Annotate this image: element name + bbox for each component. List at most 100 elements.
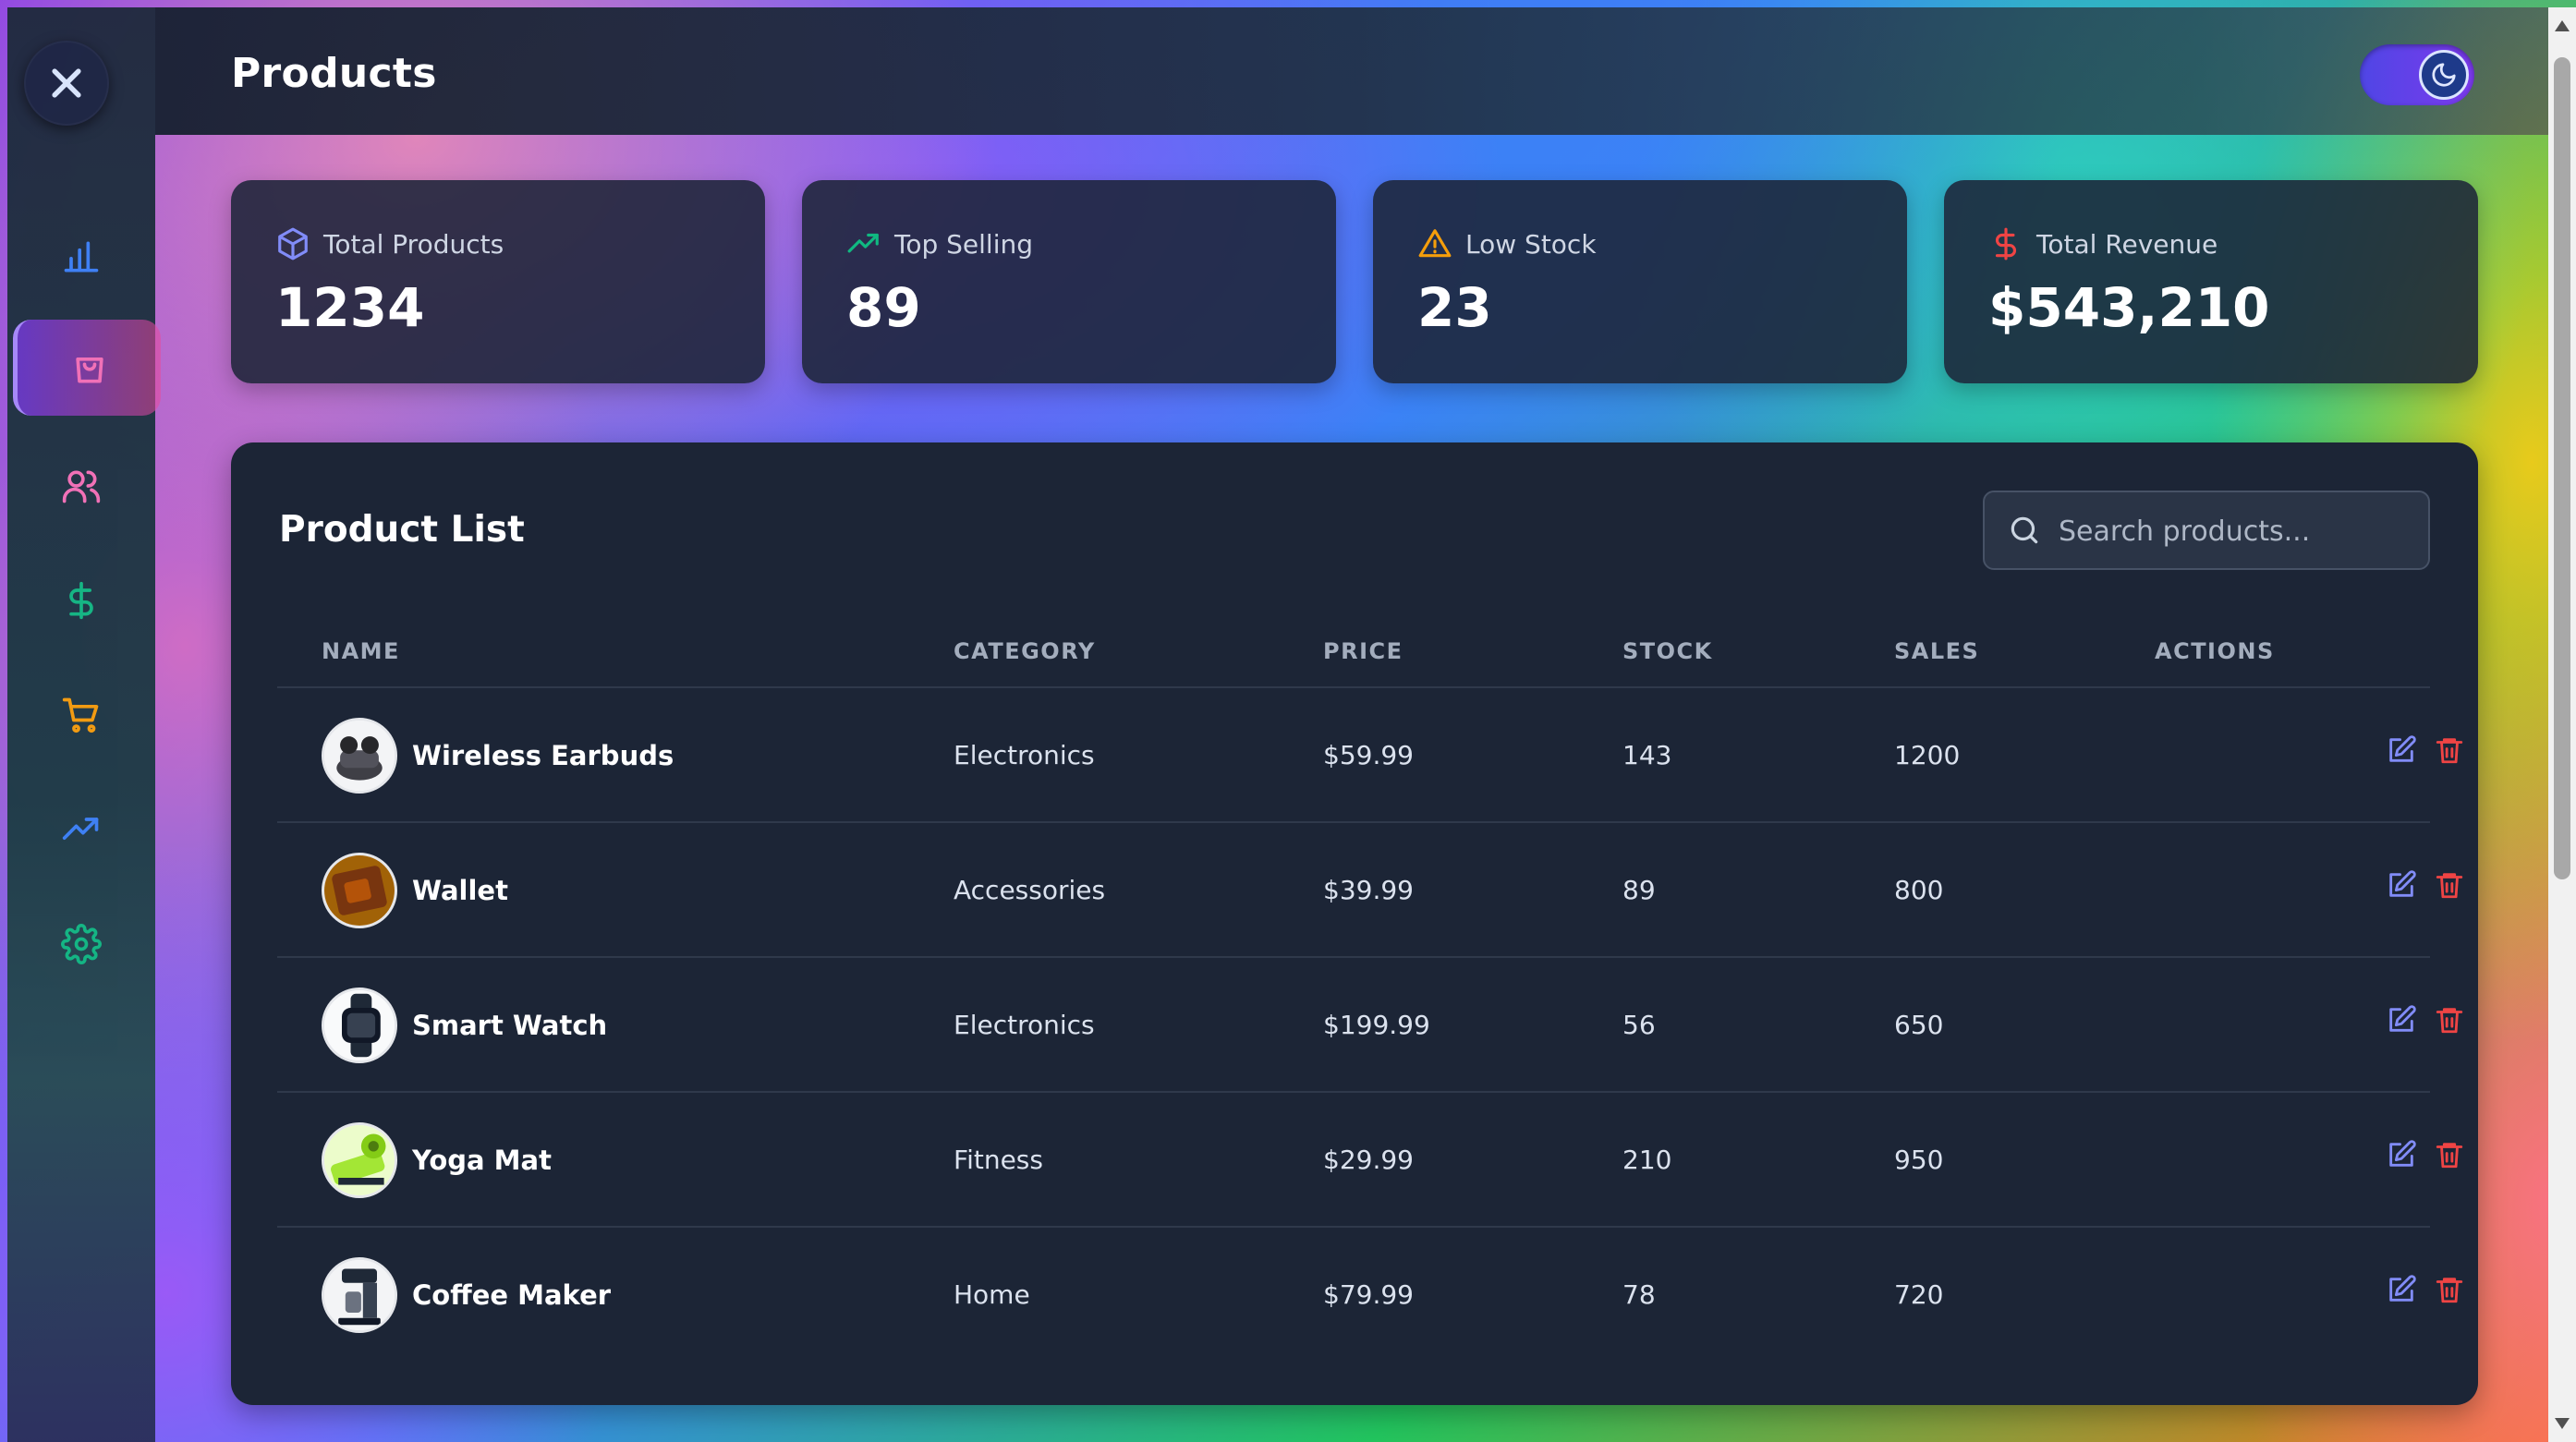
stat-label: Total Revenue	[2036, 228, 2218, 260]
table-row[interactable]: Coffee Maker Home $79.99 78 720	[277, 1228, 2463, 1363]
product-thumbnail	[322, 718, 397, 794]
edit-icon[interactable]	[2386, 734, 2417, 766]
product-price: $39.99	[1323, 875, 1414, 905]
product-name: Coffee Maker	[412, 1279, 612, 1311]
smart-watch-image	[324, 990, 395, 1060]
search-input[interactable]	[2059, 505, 2419, 557]
product-stock: 210	[1622, 1145, 1672, 1175]
toggle-knob	[2419, 50, 2469, 100]
stat-label: Total Products	[323, 228, 504, 260]
stat-card-low-stock: Low Stock 23	[1373, 180, 1907, 383]
top-header: Products	[155, 7, 2548, 135]
cart-icon	[62, 697, 99, 733]
column-header-name[interactable]: NAME	[322, 638, 400, 664]
product-sales: 650	[1894, 1010, 1944, 1040]
product-name: Smart Watch	[412, 1010, 608, 1041]
product-category: Fitness	[954, 1145, 1043, 1175]
sidebar	[7, 7, 161, 1442]
trash-icon[interactable]	[2434, 1274, 2465, 1305]
product-sales: 720	[1894, 1279, 1944, 1310]
edit-icon[interactable]	[2386, 1004, 2417, 1036]
column-header-stock[interactable]: STOCK	[1622, 638, 1713, 664]
page-title: Products	[231, 50, 437, 97]
stat-label: Low Stock	[1465, 228, 1597, 260]
close-icon	[52, 68, 81, 98]
product-price: $29.99	[1323, 1145, 1414, 1175]
table-row[interactable]: Yoga Mat Fitness $29.99 210 950	[277, 1093, 2463, 1228]
product-thumbnail	[322, 1122, 397, 1198]
product-stock: 78	[1622, 1279, 1656, 1310]
product-sales: 1200	[1894, 740, 1961, 770]
dollar-icon	[69, 581, 93, 620]
stat-card-total-products: Total Products 1234	[231, 180, 765, 383]
sidebar-item-finance[interactable]	[7, 552, 155, 648]
product-price: $59.99	[1323, 740, 1414, 770]
column-header-actions: ACTIONS	[2155, 638, 2275, 664]
table-row[interactable]: Wireless Earbuds Electronics $59.99 143 …	[277, 688, 2463, 823]
product-list-panel: Product List NAME CATEGORY PRICE STOCK S…	[231, 442, 2478, 1405]
users-icon	[62, 470, 101, 503]
sidebar-item-orders[interactable]	[7, 667, 155, 763]
product-name: Wireless Earbuds	[412, 740, 674, 771]
dark-mode-toggle[interactable]	[2360, 44, 2474, 105]
trending-up-icon	[847, 233, 879, 253]
search-icon	[2011, 516, 2038, 544]
column-header-sales[interactable]: SALES	[1894, 638, 1979, 664]
product-name: Wallet	[412, 875, 508, 906]
sidebar-item-customers[interactable]	[7, 438, 155, 534]
close-sidebar-button[interactable]	[24, 41, 109, 126]
earbuds-image	[324, 721, 395, 791]
table-header: NAME CATEGORY PRICE STOCK SALES ACTIONS	[277, 627, 2430, 688]
wallet-image	[324, 855, 395, 926]
page-scrollbar[interactable]	[2548, 7, 2576, 1442]
stat-value: $543,210	[1988, 276, 2270, 339]
warning-icon	[1418, 229, 1452, 258]
products-table: NAME CATEGORY PRICE STOCK SALES ACTIONS …	[277, 627, 2463, 1363]
scroll-down-arrow[interactable]	[2555, 1418, 2570, 1429]
trash-icon[interactable]	[2434, 869, 2465, 901]
product-name: Yoga Mat	[412, 1145, 552, 1176]
edit-icon[interactable]	[2386, 869, 2417, 901]
trash-icon[interactable]	[2434, 1139, 2465, 1170]
product-category: Electronics	[954, 1010, 1095, 1040]
column-header-price[interactable]: PRICE	[1323, 638, 1403, 664]
stat-label: Top Selling	[894, 228, 1034, 260]
scroll-up-arrow[interactable]	[2555, 20, 2570, 31]
yoga-mat-image	[324, 1125, 395, 1195]
bar-chart-icon	[64, 241, 99, 273]
product-thumbnail	[322, 853, 397, 928]
coffee-maker-image	[324, 1260, 395, 1330]
product-thumbnail	[322, 1257, 397, 1333]
stat-value: 89	[846, 276, 921, 339]
edit-icon[interactable]	[2386, 1139, 2417, 1170]
edit-icon[interactable]	[2386, 1274, 2417, 1305]
sidebar-item-analytics[interactable]	[7, 209, 155, 305]
sidebar-item-trends[interactable]	[7, 782, 155, 878]
stat-card-total-revenue: Total Revenue $543,210	[1944, 180, 2478, 383]
panel-title: Product List	[279, 509, 525, 551]
sidebar-item-settings[interactable]	[7, 896, 155, 992]
stat-value: 23	[1417, 276, 1492, 339]
product-sales: 950	[1894, 1145, 1944, 1175]
moon-icon	[2432, 63, 2456, 87]
table-row[interactable]: Wallet Accessories $39.99 89 800	[277, 823, 2463, 958]
stat-value: 1234	[275, 276, 425, 339]
dollar-icon	[1995, 227, 2016, 261]
product-stock: 56	[1622, 1010, 1656, 1040]
scroll-thumb[interactable]	[2554, 57, 2570, 879]
product-price: $79.99	[1323, 1279, 1414, 1310]
product-stock: 143	[1622, 740, 1672, 770]
search-box	[1983, 491, 2430, 570]
column-header-category[interactable]: CATEGORY	[954, 638, 1096, 664]
product-category: Accessories	[954, 875, 1106, 905]
product-price: $199.99	[1323, 1010, 1430, 1040]
package-icon	[278, 227, 308, 261]
trash-icon[interactable]	[2434, 734, 2465, 766]
product-category: Electronics	[954, 740, 1095, 770]
trash-icon[interactable]	[2434, 1004, 2465, 1036]
stat-card-top-selling: Top Selling 89	[802, 180, 1336, 383]
gear-icon	[61, 924, 102, 964]
product-stock: 89	[1622, 875, 1656, 905]
table-row[interactable]: Smart Watch Electronics $199.99 56 650	[277, 958, 2463, 1093]
sidebar-item-products[interactable]	[13, 320, 161, 416]
